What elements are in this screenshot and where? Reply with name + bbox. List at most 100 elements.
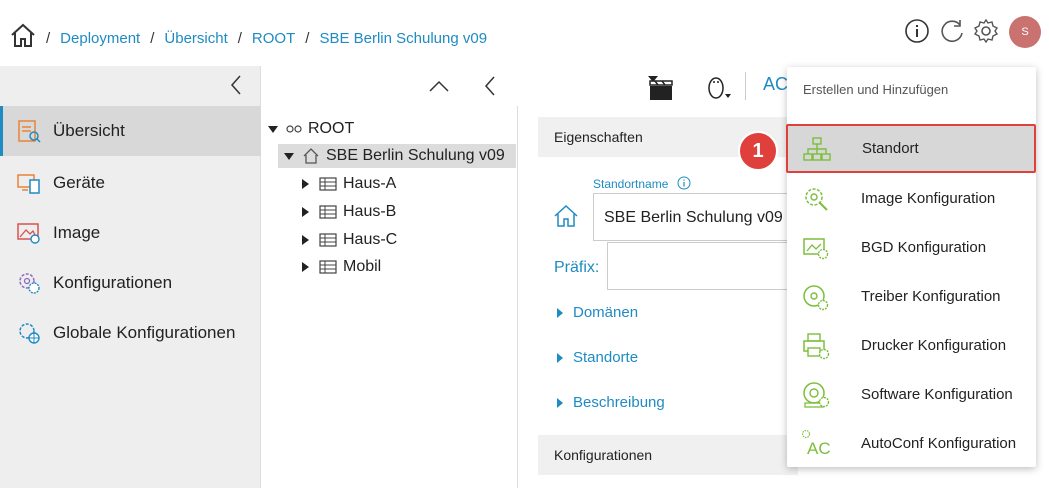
tree-node-haus-b[interactable]: Haus-B (302, 200, 396, 224)
tree-node-root[interactable]: ROOT (268, 117, 354, 141)
tree-node-selected-site[interactable]: SBE Berlin Schulung v09 (278, 144, 516, 168)
building-icon (319, 233, 337, 247)
chevron-up-icon[interactable] (428, 78, 450, 94)
caret-right-icon[interactable] (302, 235, 309, 245)
sidebar-item-globale-konfigurationen[interactable]: Globale Konfigurationen (0, 308, 261, 358)
breadcrumb-link-uebersicht[interactable]: Übersicht (164, 30, 227, 47)
info-icon[interactable] (903, 17, 931, 45)
prefix-input[interactable] (607, 242, 793, 290)
root-icon (286, 125, 302, 133)
menu-item-drucker-konfiguration[interactable]: Drucker Konfiguration (787, 321, 1036, 370)
sidebar-item-label: Globale Konfigurationen (53, 323, 236, 342)
sidebar-item-label: Konfigurationen (53, 273, 173, 292)
chevron-left-icon[interactable] (482, 75, 498, 97)
breadcrumb-link-root[interactable]: ROOT (252, 30, 295, 47)
chevron-left-icon[interactable] (228, 74, 244, 96)
tree-node-mobil[interactable]: Mobil (302, 255, 381, 279)
caret-right-icon[interactable] (302, 179, 309, 189)
breadcrumb: / Deployment / Übersicht / ROOT / SBE Be… (46, 30, 497, 47)
prefix-label: Präfix: (554, 259, 600, 276)
building-icon (319, 177, 337, 191)
building-icon (319, 205, 337, 219)
menu-item-label: Drucker Konfiguration (861, 337, 1007, 354)
clapperboard-icon[interactable] (645, 72, 675, 102)
menu-item-label: Treiber Konfiguration (861, 288, 1001, 305)
autoconf-toolbar-button[interactable]: AC (763, 74, 789, 104)
printer-icon (803, 332, 830, 359)
caret-right-icon[interactable] (302, 207, 309, 217)
refresh-icon[interactable] (938, 17, 966, 45)
tree-node-haus-a[interactable]: Haus-A (302, 172, 396, 196)
sidebar: Übersicht Geräte Image Konfigurationen G… (0, 66, 261, 488)
tree-node-haus-c[interactable]: Haus-C (302, 228, 397, 252)
site-home-icon (303, 148, 319, 164)
step-badge: 1 (738, 131, 778, 171)
menu-item-label: Standort (862, 140, 919, 157)
expander-standorte[interactable]: Standorte (557, 349, 638, 366)
tree-node-label: Haus-C (343, 231, 398, 248)
building-icon (319, 260, 337, 274)
autoconf-icon-text: AC (807, 438, 831, 458)
devices-icon (17, 174, 40, 194)
sidebar-item-uebersicht[interactable]: Übersicht (0, 106, 261, 156)
autoconf-icon: AC (801, 429, 831, 459)
breadcrumb-link-current[interactable]: SBE Berlin Schulung v09 (319, 30, 487, 47)
tree-node-label: Haus-A (343, 175, 397, 192)
site-name-input[interactable]: SBE Berlin Schulung v09 (593, 193, 793, 241)
tree-node-label: Haus-B (343, 203, 397, 220)
top-bar: / Deployment / Übersicht / ROOT / SBE Be… (0, 0, 1049, 66)
menu-item-bgd-konfiguration[interactable]: BGD Konfiguration (787, 223, 1036, 272)
home-icon[interactable] (9, 22, 37, 48)
expander-beschreibung[interactable]: Beschreibung (557, 394, 665, 411)
sidebar-item-label: Image (53, 223, 101, 242)
expander-label: Standorte (573, 349, 639, 366)
expander-domaenen[interactable]: Domänen (557, 304, 638, 321)
toolbar-divider (745, 72, 746, 100)
info-icon[interactable] (677, 176, 691, 190)
configurations-section-header: Konfigurationen (538, 435, 798, 475)
menu-title: Erstellen und Hinzufügen (803, 82, 949, 97)
sidebar-item-geraete[interactable]: Geräte (0, 158, 261, 208)
global-configuration-icon (19, 323, 40, 344)
sidebar-item-image[interactable]: Image (0, 208, 261, 258)
caret-right-icon (557, 352, 563, 363)
site-tree: ROOT SBE Berlin Schulung v09 Haus-A Haus… (262, 106, 518, 488)
breadcrumb-separator: / (150, 30, 155, 47)
section-title: Konfigurationen (554, 447, 653, 463)
tree-node-label: SBE Berlin Schulung v09 (326, 147, 505, 164)
expander-label: Beschreibung (573, 394, 665, 411)
create-add-menu: Erstellen und Hinzufügen Standort Image … (786, 67, 1036, 468)
settings-gear-icon[interactable] (972, 17, 1000, 45)
image-icon (17, 223, 40, 244)
bgd-config-icon (803, 237, 829, 259)
caret-right-icon[interactable] (302, 262, 309, 272)
breadcrumb-link-deployment[interactable]: Deployment (60, 30, 140, 47)
caret-right-icon (557, 307, 563, 318)
menu-item-label: BGD Konfiguration (861, 239, 987, 256)
overview-icon (18, 120, 41, 143)
menu-item-standort[interactable]: Standort (786, 124, 1036, 173)
site-home-icon (554, 204, 578, 227)
breadcrumb-separator: / (46, 30, 51, 47)
menu-item-label: Image Konfiguration (861, 190, 996, 207)
caret-down-icon[interactable] (284, 152, 294, 160)
sidebar-item-label: Übersicht (53, 121, 125, 140)
software-disc-icon (803, 381, 830, 408)
user-avatar[interactable]: S (1009, 16, 1041, 48)
autoconf-toolbar-label: AC (763, 74, 789, 94)
linux-penguin-icon[interactable] (703, 72, 733, 102)
sidebar-item-konfigurationen[interactable]: Konfigurationen (0, 258, 261, 308)
menu-item-treiber-konfiguration[interactable]: Treiber Konfiguration (787, 272, 1036, 321)
menu-item-image-konfiguration[interactable]: Image Konfiguration (787, 174, 1036, 223)
menu-item-software-konfiguration[interactable]: Software Konfiguration (787, 370, 1036, 419)
breadcrumb-separator: / (237, 30, 242, 47)
tree-node-label: ROOT (308, 120, 355, 137)
menu-item-autoconf-konfiguration[interactable]: AC AutoConf Konfiguration (787, 419, 1036, 468)
menu-item-label: Software Konfiguration (861, 386, 1013, 403)
image-config-gear-icon (805, 187, 828, 211)
driver-disc-icon (803, 284, 829, 310)
caret-down-icon[interactable] (268, 125, 278, 133)
breadcrumb-separator: / (305, 30, 310, 47)
site-name-label: Standortname (593, 177, 669, 191)
site-name-value: SBE Berlin Schulung v09 (604, 209, 783, 226)
